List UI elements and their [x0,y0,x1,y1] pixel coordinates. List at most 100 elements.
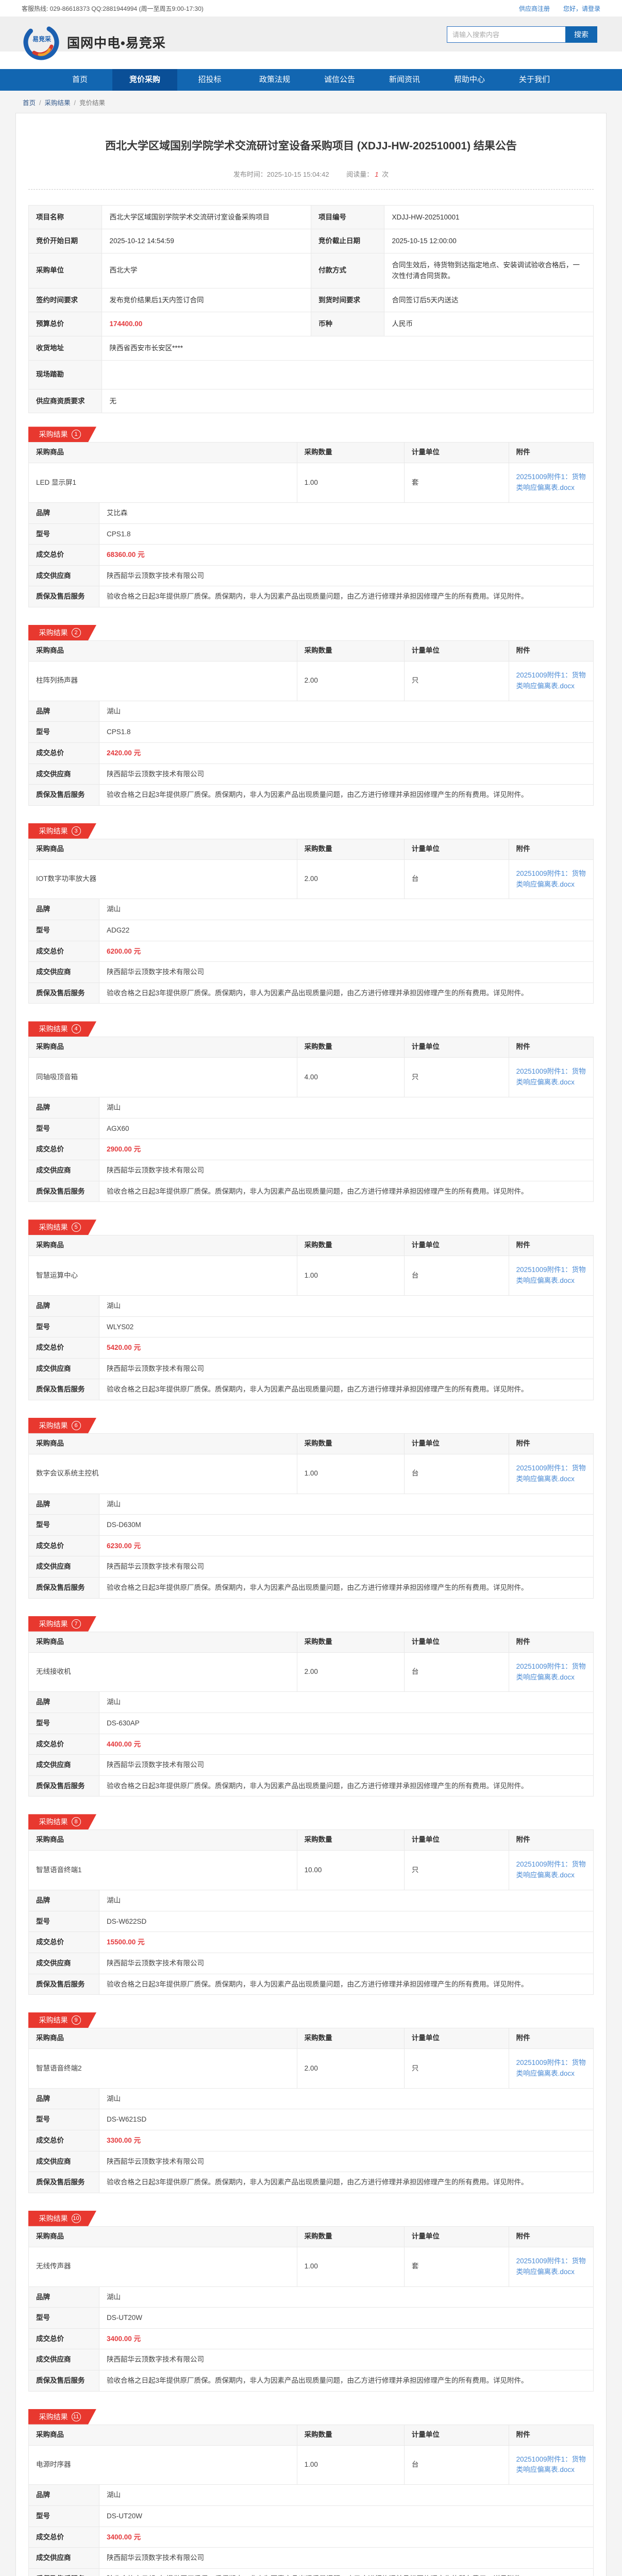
result-badge: 采购结果 7 [28,1616,96,1632]
warranty-label: 质保及售后服务 [29,586,99,607]
result-badge-label: 采购结果 [39,429,68,439]
col-header-attachment: 附件 [509,2226,593,2247]
nav-item-帮助中心[interactable]: 帮助中心 [437,69,502,91]
search-button[interactable]: 搜索 [565,26,597,43]
supplier-label: 成交供应商 [29,1358,99,1379]
unit-cell: 只 [404,1058,509,1097]
nav-item-新闻资讯[interactable]: 新闻资讯 [372,69,437,91]
product-name-cell: 同轴吸顶音箱 [29,1058,297,1097]
price-label: 成交总价 [29,941,99,962]
result-block: 采购结果 9 采购商品 采购数量 计量单位 附件 智慧语音终端2 2.00 只 … [28,2012,594,2193]
topbar: 客服热线: 029-86618373 QQ:2881944994 (周一至周五9… [0,0,622,16]
result-badge: 采购结果 1 [28,427,96,442]
supplier-value: 陕西韶华云顶数字技术有限公司 [99,2548,594,2569]
col-header-attachment: 附件 [509,2028,593,2049]
price-value: 6230.00 元 [99,1535,594,1556]
supplier-value: 陕西韶华云顶数字技术有限公司 [99,764,594,785]
warranty-label: 质保及售后服务 [29,2172,99,2193]
brand-value: 湖山 [99,899,594,920]
col-header-unit: 计量单位 [404,2425,509,2445]
product-name-cell: LED 显示屏1 [29,463,297,503]
attachment-link[interactable]: 20251009附件1：货物类响应偏离表.docx [516,1860,586,1879]
price-label: 成交总价 [29,1139,99,1160]
info-value: 无 [102,389,594,413]
login-link[interactable]: 您好，请登录 [563,4,600,13]
info-label: 供应商资质要求 [29,389,102,413]
result-block: 采购结果 11 采购商品 采购数量 计量单位 附件 电源时序器 1.00 台 2… [28,2409,594,2576]
main-nav: 首页竞价采购招投标政策法规诚信公告新闻资讯帮助中心关于我们 [0,69,622,91]
model-label: 型号 [29,722,99,743]
price-value: 15500.00 元 [99,1932,594,1953]
attachment-link[interactable]: 20251009附件1：货物类响应偏离表.docx [516,1663,586,1681]
result-badge: 采购结果 2 [28,625,96,640]
nav-item-政策法规[interactable]: 政策法规 [242,69,307,91]
price-label: 成交总价 [29,1932,99,1953]
nav-item-关于我们[interactable]: 关于我们 [502,69,567,91]
nav-item-诚信公告[interactable]: 诚信公告 [307,69,372,91]
attachment-link[interactable]: 20251009附件1：货物类响应偏离表.docx [516,870,586,888]
info-value: 人民币 [384,312,594,336]
info-label: 项目编号 [311,205,384,229]
views-unit: 次 [382,171,389,178]
col-header-attachment: 附件 [509,2425,593,2445]
attachment-link[interactable]: 20251009附件1：货物类响应偏离表.docx [516,1464,586,1483]
attachment-link[interactable]: 20251009附件1：货物类响应偏离表.docx [516,2257,586,2276]
result-badge-number: 10 [72,2214,81,2223]
price-label: 成交总价 [29,1734,99,1755]
attachment-link[interactable]: 20251009附件1：货物类响应偏离表.docx [516,2059,586,2077]
attachment-link[interactable]: 20251009附件1：货物类响应偏离表.docx [516,1266,586,1284]
info-label: 签约时间要求 [29,288,102,312]
model-value: DS-W622SD [99,1911,594,1932]
result-block: 采购结果 10 采购商品 采购数量 计量单位 附件 无线传声器 1.00 套 2… [28,2211,594,2392]
quantity-cell: 1.00 [297,463,404,503]
attachment-link[interactable]: 20251009附件1：货物类响应偏离表.docx [516,2455,586,2474]
supplier-value: 陕西韶华云顶数字技术有限公司 [99,1556,594,1578]
brand-logo-icon: 易竞采 [22,23,61,62]
info-label: 现场踏勘 [29,360,102,389]
info-value: 西北大学 [102,253,311,288]
page-title: 西北大学区域国别学院学术交流研讨室设备采购项目 (XDJJ-HW-2025100… [59,138,563,155]
unit-cell: 只 [404,661,509,701]
col-header-quantity: 采购数量 [297,2425,404,2445]
nav-item-招投标[interactable]: 招投标 [177,69,242,91]
supplier-register-link[interactable]: 供应商注册 [519,4,550,13]
breadcrumb-link[interactable]: 首页 [23,99,36,107]
breadcrumb-link[interactable]: 采购结果 [45,99,71,107]
supplier-label: 成交供应商 [29,565,99,586]
col-header-attachment: 附件 [509,1235,593,1256]
product-name-cell: 数字会议系统主控机 [29,1454,297,1494]
info-value: 174400.00 [102,312,311,336]
announcement-meta: 发布时间：2025-10-15 15:04:42 阅读量：1 次 [28,169,594,179]
info-value: 发布竞价结果后1天内签订合同 [102,288,311,312]
result-block: 采购结果 7 采购商品 采购数量 计量单位 附件 无线接收机 2.00 台 20… [28,1616,594,1797]
model-value: CPS1.8 [99,523,594,545]
price-label: 成交总价 [29,1337,99,1359]
nav-item-首页[interactable]: 首页 [47,69,112,91]
result-badge-label: 采购结果 [39,1222,68,1232]
attachment-link[interactable]: 20251009附件1：货物类响应偏离表.docx [516,473,586,492]
attachment-link[interactable]: 20251009附件1：货物类响应偏离表.docx [516,1067,586,1086]
col-header-unit: 计量单位 [404,1433,509,1454]
supplier-value: 陕西韶华云顶数字技术有限公司 [99,1953,594,1974]
brand-value: 湖山 [99,2088,594,2109]
brand-value: 湖山 [99,1494,594,1515]
col-header-quantity: 采购数量 [297,2028,404,2049]
warranty-label: 质保及售后服务 [29,982,99,1004]
info-value: XDJJ-HW-202510001 [384,205,594,229]
col-header-attachment: 附件 [509,443,593,463]
quantity-cell: 2.00 [297,2049,404,2089]
result-badge-label: 采购结果 [39,1024,68,1034]
result-detail-table: 品牌 湖山 型号 DS-UT20W 成交总价 3400.00 元 成交供应商 陕… [28,2484,594,2576]
price-value: 5420.00 元 [99,1337,594,1359]
result-badge-label: 采购结果 [39,628,68,638]
views-count: 1 [375,171,378,178]
nav-item-竞价采购[interactable]: 竞价采购 [112,69,177,91]
warranty-value: 验收合格之日起3年提供原厂质保。质保期内，非人为因素产品出现质量问题，由乙方进行… [99,1578,594,1599]
attachment-link[interactable]: 20251009附件1：货物类响应偏离表.docx [516,671,586,690]
warranty-value: 验收合格之日起3年提供原厂质保。质保期内，非人为因素产品出现质量问题，由乙方进行… [99,1181,594,1202]
result-badge-number: 4 [72,1024,81,1033]
col-header-product: 采购商品 [29,839,297,859]
search-input[interactable] [447,26,565,43]
result-detail-table: 品牌 湖山 型号 ADG22 成交总价 6200.00 元 成交供应商 陕西韶华… [28,899,594,1004]
warranty-label: 质保及售后服务 [29,1974,99,1995]
